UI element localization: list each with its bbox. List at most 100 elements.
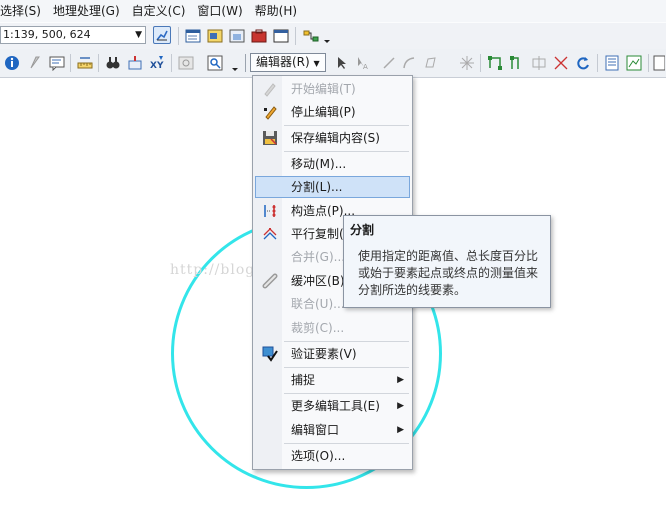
- toolbar-separator: [178, 27, 179, 45]
- polygon-construct-icon[interactable]: [422, 54, 440, 72]
- toolbar-separator: [480, 54, 481, 72]
- search-window-icon[interactable]: [228, 27, 246, 45]
- rotate-icon[interactable]: [574, 54, 592, 72]
- hyperlink-icon[interactable]: [26, 54, 44, 72]
- svg-text:XY: XY: [150, 61, 164, 71]
- model-builder-icon[interactable]: [302, 27, 320, 45]
- toolbar-separator: [171, 54, 172, 72]
- arctoolbox-icon[interactable]: [250, 27, 268, 45]
- menu-separator: [284, 341, 409, 342]
- menu-item-label: 裁剪(C)...: [291, 321, 345, 335]
- construct-points-icon: [262, 203, 278, 219]
- toolbar-grip: [245, 54, 246, 72]
- toolbar-separator: [597, 54, 598, 72]
- toolbar-separator: [98, 54, 99, 72]
- menu-geoprocessing[interactable]: 地理处理(G): [47, 0, 126, 22]
- chevron-down-icon[interactable]: ▼: [135, 27, 142, 43]
- straight-segment-icon[interactable]: [380, 54, 398, 72]
- buffer-icon: [262, 273, 278, 289]
- menu-help[interactable]: 帮助(H): [249, 0, 303, 22]
- toolbar-separator: [295, 27, 296, 45]
- menu-item-label: 分割(L)...: [291, 180, 343, 194]
- menu-item-label: 捕捉: [291, 373, 316, 387]
- python-window-icon[interactable]: [272, 27, 290, 45]
- menu-item-clip[interactable]: 裁剪(C)...: [255, 317, 410, 339]
- edit-pencil-icon: [262, 104, 278, 120]
- menu-item-options[interactable]: 选项(O)...: [255, 445, 410, 467]
- menu-item-validate-features[interactable]: 验证要素(V): [255, 343, 410, 365]
- menu-item-save-edits[interactable]: 保存编辑内容(S): [255, 127, 410, 149]
- tools-toolbar: XY 编辑器(R) ▼ A: [0, 49, 666, 78]
- cut-polygons-icon[interactable]: [530, 54, 548, 72]
- menu-customize[interactable]: 自定义(C): [126, 0, 192, 22]
- chevron-down-icon: ▼: [313, 59, 320, 68]
- menu-item-label: 编辑窗口: [291, 423, 340, 437]
- create-viewer-window-icon[interactable]: [206, 54, 224, 72]
- menu-item-label: 更多编辑工具(E): [291, 399, 380, 413]
- menu-separator: [284, 443, 409, 444]
- edit-annotation-icon[interactable]: A: [354, 54, 372, 72]
- split-tool-icon[interactable]: [552, 54, 570, 72]
- html-popup-icon[interactable]: [48, 54, 66, 72]
- identify-icon[interactable]: [3, 54, 21, 72]
- menu-item-label: 保存编辑内容(S): [291, 131, 380, 145]
- chevron-right-icon: ▶: [397, 401, 404, 411]
- tooltip-body: 使用指定的距离值、总长度百分比或始于要素起点或终点的测量值来分割所选的线要素。: [358, 249, 539, 297]
- catalog-icon[interactable]: [206, 27, 224, 45]
- table-of-contents-icon[interactable]: [184, 27, 202, 45]
- toolbar-overflow-icon[interactable]: [322, 29, 332, 47]
- create-features-icon[interactable]: [652, 54, 666, 72]
- chevron-right-icon: ▶: [397, 375, 404, 385]
- go-to-xy-icon[interactable]: XY: [148, 54, 166, 72]
- tooltip-title: 分割: [350, 223, 375, 237]
- chevron-right-icon: ▶: [397, 425, 404, 435]
- edit-vertices-icon[interactable]: [486, 54, 504, 72]
- find-icon[interactable]: [104, 54, 122, 72]
- menu-item-label: 联合(U)...: [291, 297, 345, 311]
- toolbar-overflow-icon[interactable]: [230, 57, 240, 75]
- attributes-icon[interactable]: [603, 54, 621, 72]
- map-scale-combobox[interactable]: 1:139, 500, 624 ▼: [0, 26, 146, 44]
- menu-item-stop-editing[interactable]: 停止编辑(P): [255, 101, 410, 123]
- validate-icon: [262, 346, 278, 362]
- menu-item-label: 验证要素(V): [291, 347, 357, 361]
- midpoint-icon[interactable]: [458, 54, 476, 72]
- toolbar-separator: [648, 54, 649, 72]
- split-tooltip: 分割 使用指定的距离值、总长度百分比或始于要素起点或终点的测量值来分割所选的线要…: [343, 215, 551, 308]
- menu-item-move[interactable]: 移动(M)...: [255, 153, 410, 175]
- menu-window[interactable]: 窗口(W): [191, 0, 248, 22]
- menu-item-more-editing-tools[interactable]: 更多编辑工具(E) ▶: [255, 395, 410, 417]
- menu-bar: 选择(S) 地理处理(G) 自定义(C) 窗口(W) 帮助(H): [0, 0, 666, 22]
- save-icon: [262, 130, 278, 146]
- copy-parallel-icon: [262, 226, 278, 242]
- menu-item-label: 停止编辑(P): [291, 105, 356, 119]
- find-route-icon[interactable]: [126, 54, 144, 72]
- arc-segment-icon[interactable]: [400, 54, 418, 72]
- menu-separator: [284, 393, 409, 394]
- menu-item-label: 开始编辑(T): [291, 82, 356, 96]
- menu-item-editing-windows[interactable]: 编辑窗口 ▶: [255, 419, 410, 441]
- map-scale-value: 1:139, 500, 624: [3, 28, 91, 41]
- standard-toolbar: 1:139, 500, 624 ▼: [0, 22, 666, 50]
- time-slider-icon[interactable]: [177, 54, 195, 72]
- menu-separator: [284, 367, 409, 368]
- menu-item-snapping[interactable]: 捕捉 ▶: [255, 369, 410, 391]
- menu-item-label: 选项(O)...: [291, 449, 346, 463]
- measure-icon[interactable]: [76, 54, 94, 72]
- reshape-icon[interactable]: [508, 54, 526, 72]
- edit-tool-icon[interactable]: [332, 54, 350, 72]
- editor-menu-label: 编辑器(R): [256, 55, 310, 69]
- svg-text:A: A: [363, 63, 368, 71]
- editor-toolbar-icon[interactable]: [153, 26, 171, 44]
- menu-item-label: 合并(G)...: [291, 250, 346, 264]
- editor-menu-button[interactable]: 编辑器(R) ▼: [250, 53, 326, 72]
- menu-item-label: 移动(M)...: [291, 157, 347, 171]
- menu-separator: [284, 151, 409, 152]
- menu-separator: [284, 125, 409, 126]
- toolbar-separator: [70, 54, 71, 72]
- menu-item-split[interactable]: 分割(L)...: [255, 176, 410, 198]
- menu-select[interactable]: 选择(S): [0, 0, 47, 22]
- pencil-icon: [262, 81, 278, 97]
- menu-item-start-editing[interactable]: 开始编辑(T): [255, 78, 410, 100]
- sketch-properties-icon[interactable]: [625, 54, 643, 72]
